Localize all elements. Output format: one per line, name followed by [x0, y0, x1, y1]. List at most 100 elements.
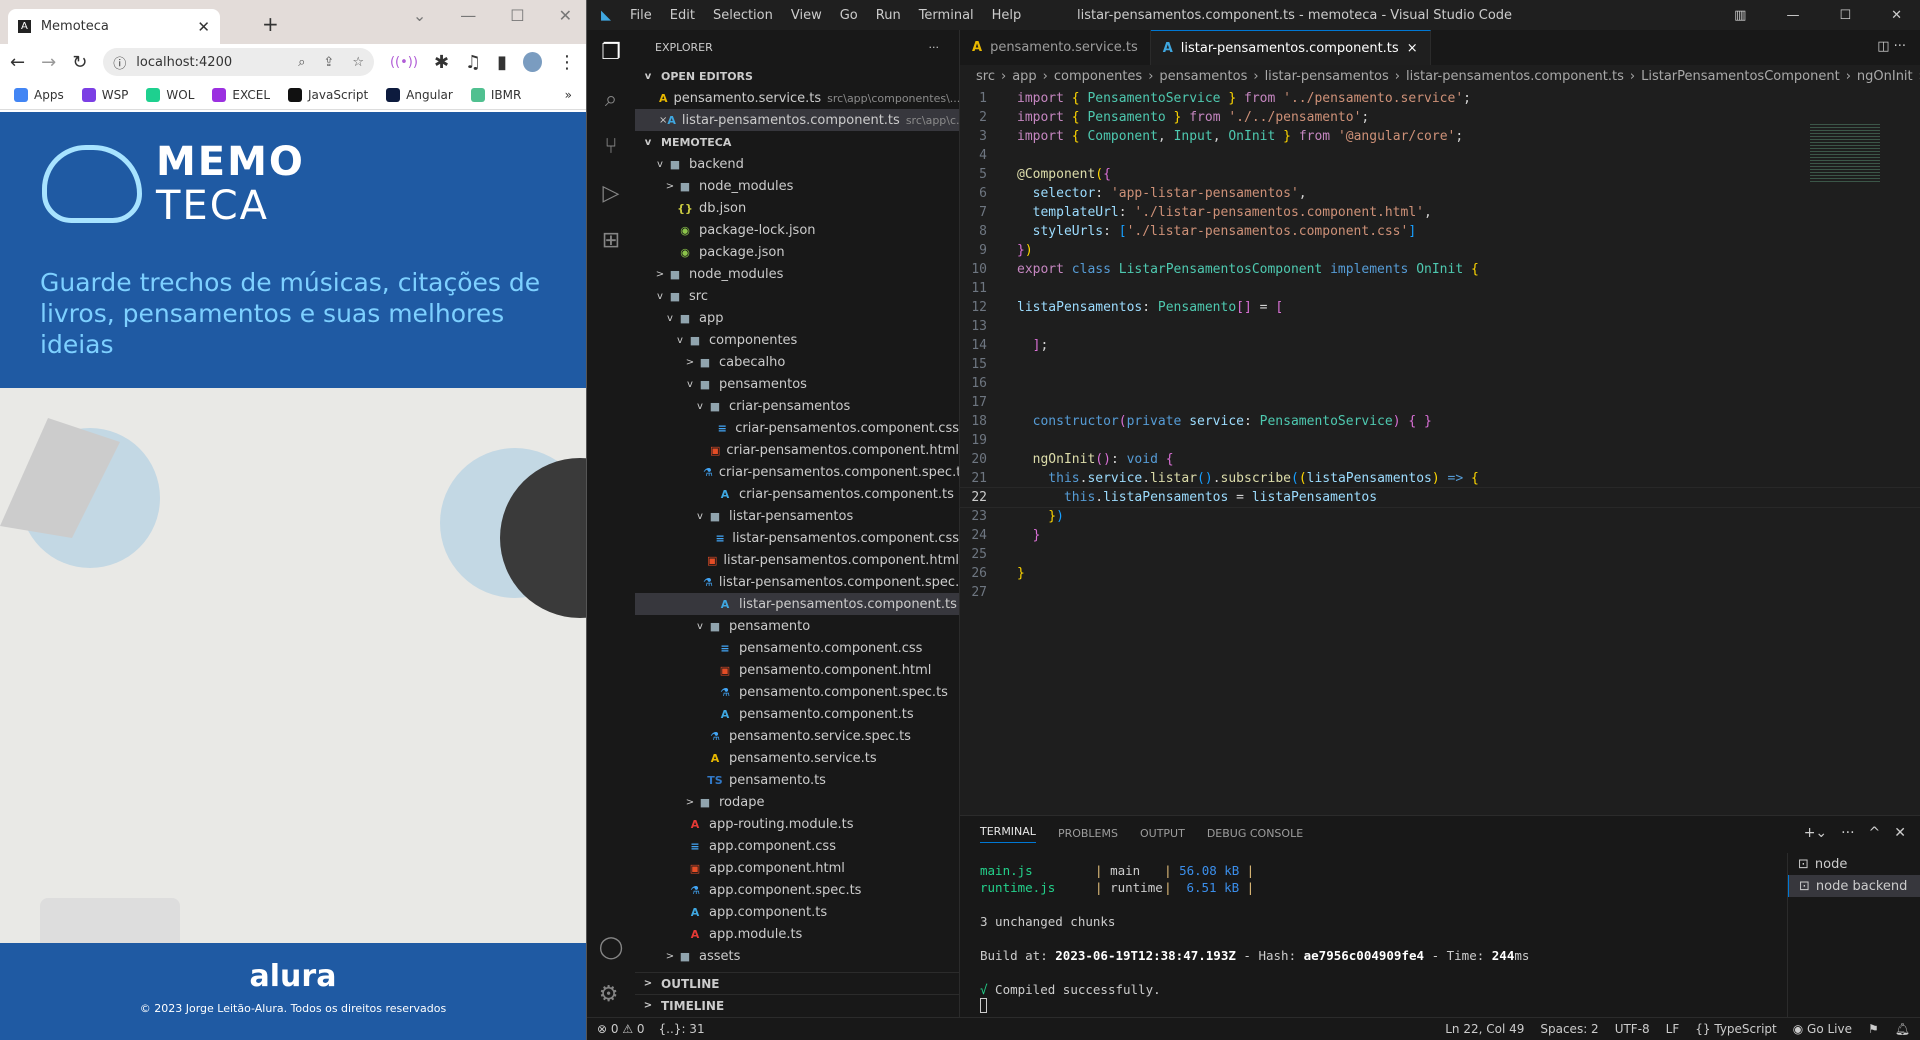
bell-icon[interactable]: 🔔︎	[1895, 1022, 1910, 1036]
menu-item[interactable]: Help	[992, 8, 1022, 23]
more-icon[interactable]: ⋮	[558, 52, 576, 73]
folder-item[interactable]: v ■ listar-pensamentos	[635, 505, 959, 527]
folder-item[interactable]: v ■ app	[635, 307, 959, 329]
source-control-icon[interactable]: ⑂	[604, 134, 617, 159]
breadcrumb-item[interactable]: pensamentos	[1159, 69, 1247, 84]
menu-item[interactable]: File	[630, 8, 652, 23]
menu-item[interactable]: Terminal	[919, 8, 974, 23]
bookmark[interactable]: JavaScript	[288, 87, 368, 102]
menu-item[interactable]: Run	[876, 8, 901, 23]
breadcrumb-item[interactable]: ListarPensamentosComponent	[1641, 69, 1840, 84]
back-icon[interactable]: ←	[10, 52, 25, 73]
breadcrumb-item[interactable]: listar-pensamentos.component.ts	[1406, 69, 1624, 84]
minimize-button[interactable]: —	[460, 6, 476, 25]
open-editor-item[interactable]: × Alistar-pensamentos.component.ts src\app…	[635, 109, 959, 131]
encoding[interactable]: UTF-8	[1615, 1022, 1650, 1036]
feedback-icon[interactable]: ⚑	[1868, 1022, 1879, 1036]
file-item[interactable]: Apensamento.component.ts	[635, 703, 959, 725]
close-tab-icon[interactable]: ×	[1407, 41, 1418, 56]
file-item[interactable]: Aapp-routing.module.ts	[635, 813, 959, 835]
file-item[interactable]: ▣ listar-pensamentos.component.html	[635, 549, 959, 571]
file-item[interactable]: Alistar-pensamentos.component.ts	[635, 593, 959, 615]
file-item[interactable]: ≡ criar-pensamentos.component.css	[635, 417, 959, 439]
folder-item[interactable]: > ■ cabecalho	[635, 351, 959, 373]
menu-item[interactable]: Go	[840, 8, 858, 23]
minimize-button[interactable]: —	[1786, 8, 1799, 23]
maximize-panel-icon[interactable]: ^	[1869, 825, 1881, 841]
avatar[interactable]	[523, 52, 542, 72]
bookmark[interactable]: IBMR	[470, 87, 521, 102]
maximize-button[interactable]: ☐	[1839, 8, 1851, 23]
project-section[interactable]: v MEMOTECA	[635, 131, 959, 153]
timeline-section[interactable]: > TIMELINE	[635, 994, 959, 1016]
file-item[interactable]: ≡ listar-pensamentos.component.css	[635, 527, 959, 549]
close-window-button[interactable]: ✕	[559, 6, 572, 25]
breadcrumb-item[interactable]: src	[976, 69, 995, 84]
file-item[interactable]: ▣ app.component.html	[635, 857, 959, 879]
more-actions-icon[interactable]: ···	[929, 41, 940, 54]
new-tab-button[interactable]: +	[262, 12, 279, 36]
bookmark[interactable]: WOL	[146, 87, 194, 102]
bookmark[interactable]: Angular	[386, 87, 453, 102]
open-editor-item[interactable]: Apensamento.service.ts src\app\componente…	[635, 87, 959, 109]
close-panel-icon[interactable]: ✕	[1894, 825, 1906, 841]
file-item[interactable]: ⚗ pensamento.service.spec.ts	[635, 725, 959, 747]
explorer-icon[interactable]: ❐	[601, 40, 621, 65]
folder-item[interactable]: v ■ componentes	[635, 329, 959, 351]
file-item[interactable]: ⚗ pensamento.component.spec.ts	[635, 681, 959, 703]
sidepanel-icon[interactable]: ▮	[497, 52, 507, 73]
file-item[interactable]: Aapp.component.ts	[635, 901, 959, 923]
account-icon[interactable]: ◯	[599, 935, 624, 960]
star-icon[interactable]: ☆	[352, 55, 364, 70]
breadcrumb-item[interactable]: listar-pensamentos	[1265, 69, 1389, 84]
search-icon[interactable]: ⌕	[605, 87, 617, 112]
file-item[interactable]: ≡ app.component.css	[635, 835, 959, 857]
bookmark[interactable]: Apps	[14, 87, 64, 102]
menu-item[interactable]: Edit	[670, 8, 695, 23]
bookmark[interactable]: WSP	[81, 87, 128, 102]
close-window-button[interactable]: ✕	[1891, 8, 1902, 23]
terminal-instance[interactable]: ⊡ node	[1788, 853, 1920, 875]
editor-tab[interactable]: Apensamento.service.ts	[960, 30, 1151, 65]
go-live-button[interactable]: ◉ Go Live	[1793, 1022, 1852, 1036]
file-item[interactable]: ⚗ listar-pensamentos.component.spec.ts	[635, 571, 959, 593]
minimap[interactable]	[1810, 122, 1880, 182]
file-item[interactable]: ◉ package.json	[635, 241, 959, 263]
extensions-icon[interactable]: ⊞	[602, 228, 620, 253]
language-mode[interactable]: {} TypeScript	[1695, 1022, 1776, 1036]
menu-item[interactable]: Selection	[713, 8, 773, 23]
cast-icon[interactable]: ((•))	[390, 55, 418, 70]
file-item[interactable]: {} db.json	[635, 197, 959, 219]
outline-section[interactable]: > OUTLINE	[635, 972, 959, 994]
address-bar[interactable]: ⓘ localhost:4200 ⌕ ⇪ ☆	[103, 48, 374, 76]
layout-icon[interactable]: ▥	[1734, 8, 1746, 23]
zoom-icon[interactable]: ⌕	[298, 55, 305, 70]
file-item[interactable]: ⚗ criar-pensamentos.component.spec.ts	[635, 461, 959, 483]
eol[interactable]: LF	[1666, 1022, 1680, 1036]
file-item[interactable]: Acriar-pensamentos.component.ts	[635, 483, 959, 505]
folder-item[interactable]: > ■ node_modules	[635, 263, 959, 285]
url-text[interactable]: localhost:4200	[136, 55, 232, 70]
bookmark[interactable]: EXCEL	[212, 87, 270, 102]
extensions-icon[interactable]: ✱	[434, 52, 449, 73]
tab-search-icon[interactable]: ⌄	[413, 6, 426, 25]
maximize-button[interactable]: ☐	[510, 6, 524, 25]
terminal-output[interactable]: main.js | main | 56.08 kB | runtime.js | run…	[980, 862, 1529, 1013]
split-editor-icon[interactable]: ◫ ···	[1863, 30, 1920, 65]
reload-icon[interactable]: ↻	[72, 52, 87, 73]
problems-status[interactable]: ⊗ 0 ⚠ 0	[597, 1022, 645, 1036]
breadcrumb-item[interactable]: componentes	[1054, 69, 1142, 84]
file-item[interactable]: Apensamento.service.ts	[635, 747, 959, 769]
file-item[interactable]: ▣ criar-pensamentos.component.html	[635, 439, 959, 461]
code-editor[interactable]: 1 import { PensamentoService } from '../p…	[959, 89, 1920, 602]
panel-tab[interactable]: OUTPUT	[1140, 827, 1185, 840]
folder-item[interactable]: v ■ criar-pensamentos	[635, 395, 959, 417]
panel-tab[interactable]: TERMINAL	[980, 825, 1036, 843]
brace-count[interactable]: {..}: 31	[659, 1022, 705, 1036]
folder-item[interactable]: v ■ pensamentos	[635, 373, 959, 395]
editor-tab[interactable]: Alistar-pensamentos.component.ts ×	[1150, 30, 1431, 65]
run-debug-icon[interactable]: ▷	[603, 181, 620, 206]
open-editors-section[interactable]: v OPEN EDITORS	[635, 65, 959, 87]
folder-item[interactable]: >■environments	[635, 967, 959, 972]
forward-icon[interactable]: →	[41, 52, 56, 73]
